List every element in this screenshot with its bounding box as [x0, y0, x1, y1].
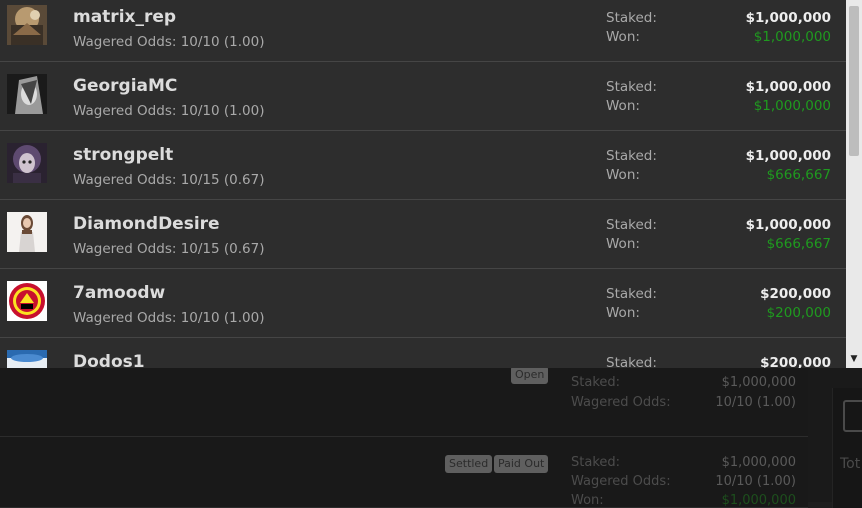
username[interactable]: strongpelt — [73, 145, 173, 165]
username[interactable]: 7amoodw — [73, 283, 165, 303]
staked-amount: $200,000 — [760, 286, 831, 302]
staked-label: Staked: — [606, 217, 657, 233]
scrollbar-thumb[interactable] — [849, 6, 859, 156]
staked-amount: $1,000,000 — [745, 217, 831, 233]
checkbox-icon — [843, 400, 862, 432]
won-label: Won: — [606, 167, 640, 183]
bettors-list: matrix_rep Wagered Odds: 10/10 (1.00) St… — [0, 0, 846, 368]
won-label: Won: — [571, 493, 604, 508]
username[interactable]: DiamondDesire — [73, 214, 220, 234]
username[interactable]: matrix_rep — [73, 7, 176, 27]
staked-label: Staked: — [606, 355, 657, 368]
won-value: $1,000,000 — [721, 493, 796, 508]
side-panel-label: Tot — [840, 456, 861, 472]
wagered-odds-label: Wagered Odds: — [571, 395, 671, 410]
won-label: Won: — [606, 236, 640, 252]
won-amount: $1,000,000 — [753, 29, 831, 45]
list-item[interactable]: Dodos1 Staked: $200,000 — [0, 338, 846, 368]
staked-amount: $1,000,000 — [745, 79, 831, 95]
bettors-list-popup: matrix_rep Wagered Odds: 10/10 (1.00) St… — [0, 0, 862, 368]
bet-row: Settled Paid Out Staked: $1,000,000 Wage… — [0, 437, 808, 508]
club-crest-avatar-icon — [7, 281, 47, 321]
bet-row: Open Staked: $1,000,000 Wagered Odds: 10… — [0, 366, 808, 437]
won-amount: $1,000,000 — [753, 98, 831, 114]
staked-label: Staked: — [606, 286, 657, 302]
wagered-odds-label: Wagered Odds: — [571, 474, 671, 489]
wagered-odds: Wagered Odds: 10/10 (1.00) — [73, 310, 265, 326]
purple-hair-avatar-icon — [7, 143, 47, 183]
bw-portrait-avatar-icon — [7, 74, 47, 114]
staked-amount: $200,000 — [760, 355, 831, 368]
rusty-machine-avatar-icon — [7, 5, 47, 45]
won-amount: $666,667 — [766, 167, 831, 183]
status-badge-settled: Settled — [445, 455, 493, 473]
won-label: Won: — [606, 29, 640, 45]
username[interactable]: Dodos1 — [73, 352, 145, 368]
staked-amount: $1,000,000 — [745, 148, 831, 164]
won-label: Won: — [606, 98, 640, 114]
list-item[interactable]: strongpelt Wagered Odds: 10/15 (0.67) St… — [0, 131, 846, 200]
wagered-odds: Wagered Odds: 10/15 (0.67) — [73, 172, 265, 188]
staked-label: Staked: — [606, 148, 657, 164]
woman-photo-avatar-icon — [7, 212, 47, 252]
wagered-odds: Wagered Odds: 10/10 (1.00) — [73, 34, 265, 50]
won-amount: $666,667 — [766, 236, 831, 252]
wagered-odds: Wagered Odds: 10/10 (1.00) — [73, 103, 265, 119]
list-item[interactable]: GeorgiaMC Wagered Odds: 10/10 (1.00) Sta… — [0, 62, 846, 131]
wagered-odds-value: 10/10 (1.00) — [715, 474, 796, 489]
staked-label: Staked: — [606, 10, 657, 26]
username[interactable]: GeorgiaMC — [73, 76, 177, 96]
won-amount: $200,000 — [766, 305, 831, 321]
list-item[interactable]: 7amoodw Wagered Odds: 10/10 (1.00) Stake… — [0, 269, 846, 338]
staked-label: Staked: — [606, 79, 657, 95]
staked-label: Staked: — [571, 455, 621, 470]
list-item[interactable]: DiamondDesire Wagered Odds: 10/15 (0.67)… — [0, 200, 846, 269]
wagered-odds-value: 10/10 (1.00) — [715, 395, 796, 410]
wagered-odds: Wagered Odds: 10/15 (0.67) — [73, 241, 265, 257]
status-badge-open: Open — [511, 366, 549, 384]
staked-value: $1,000,000 — [721, 455, 796, 470]
staked-value: $1,000,000 — [721, 375, 796, 390]
scrollbar[interactable]: ▼ — [846, 0, 862, 368]
status-badge-paid-out: Paid Out — [494, 455, 549, 473]
staked-label: Staked: — [571, 375, 621, 390]
won-label: Won: — [606, 305, 640, 321]
blue-avatar-icon — [7, 350, 47, 368]
staked-amount: $1,000,000 — [745, 10, 831, 26]
scroll-down-arrow-icon[interactable]: ▼ — [846, 350, 862, 368]
list-item[interactable]: matrix_rep Wagered Odds: 10/10 (1.00) St… — [0, 0, 846, 62]
